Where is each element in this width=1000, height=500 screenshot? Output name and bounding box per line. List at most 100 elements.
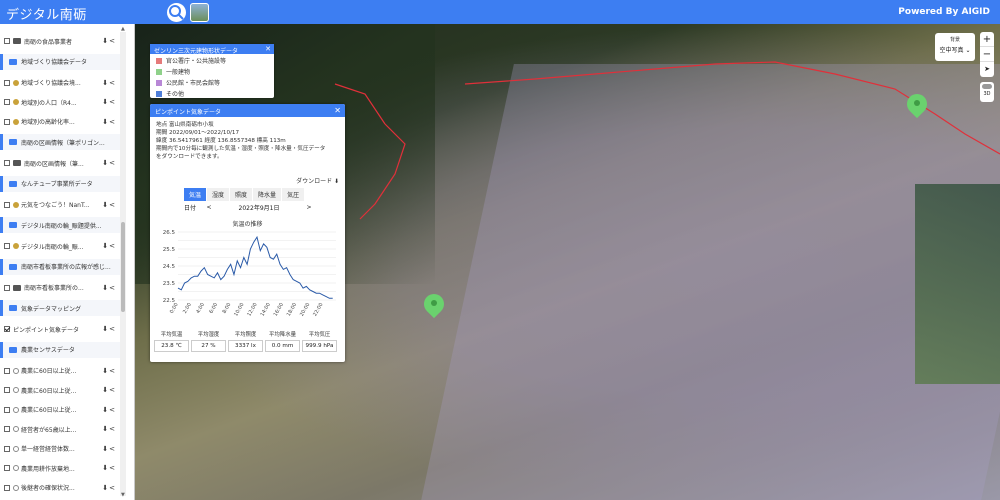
sidebar-layer-item[interactable]: 農業に60日以上従... ⬇< (4, 364, 116, 378)
download-share-icon[interactable]: ⬇< (102, 201, 116, 209)
sidebar-category[interactable]: 地域づくり協議会データ (0, 53, 121, 70)
x-tick-label: 10:00 (233, 302, 245, 317)
sidebar-category[interactable]: 南砺市看板事業所の広報が感じ... (0, 258, 121, 275)
layer-checkbox[interactable] (4, 284, 10, 291)
sidebar-category[interactable]: デジタル南砺の輪_賑題提供... (0, 217, 121, 233)
layer-checkbox[interactable] (4, 484, 10, 491)
sidebar-layer-item[interactable]: ピンポイント気象データ ⬇< (4, 322, 116, 336)
layer-checkbox[interactable] (4, 201, 10, 208)
top-bar: デジタル南砺 Powered By AIGID (0, 0, 1000, 24)
close-icon[interactable]: ✕ (265, 45, 271, 53)
sidebar-layer-item[interactable]: 南砺の区画情報（筆... ⬇< (4, 156, 116, 170)
download-share-icon[interactable]: ⬇< (102, 386, 116, 394)
tab-metric[interactable]: 降水量 (253, 188, 282, 201)
layer-checkbox[interactable] (4, 38, 10, 44)
powered-by-label: Powered By AIGID (898, 7, 990, 17)
sidebar-layer-item[interactable]: 単一経営経営体数... ⬇< (4, 442, 116, 456)
download-share-icon[interactable]: ⬇< (102, 484, 116, 492)
toggle-3d-label: 3D (983, 91, 991, 97)
basemap-dropdown[interactable]: 空中写真 ⌄ (935, 45, 975, 54)
description-text: 期間内で10分毎に観測した気温・湿度・照度・降水量・気圧データ (156, 146, 326, 152)
download-share-icon[interactable]: ⬇< (102, 98, 116, 106)
zoom-out-button[interactable]: − (980, 47, 994, 62)
download-share-icon[interactable]: ⬇< (102, 445, 116, 453)
sidebar-layer-item[interactable]: 地域別の高齢化率... ⬇< (4, 115, 116, 129)
close-icon[interactable]: ✕ (334, 106, 341, 115)
tab-metric[interactable]: 気温 (184, 188, 207, 201)
location-text: 地点 富山県南砺市小坂 (156, 122, 214, 128)
sidebar-layer-item[interactable]: 南砺市看板事業所の... ⬇< (4, 281, 116, 295)
compass-button[interactable]: ➤ (980, 62, 994, 77)
layer-checkbox[interactable] (4, 243, 10, 249)
download-share-icon[interactable]: ⬇< (102, 464, 116, 472)
sidebar-category[interactable]: なんチューブ事業所データ (0, 175, 121, 192)
app-title[interactable]: デジタル南砺 (6, 4, 87, 23)
layer-label: 地域別の高齢化率... (21, 119, 75, 126)
layer-checkbox[interactable] (4, 465, 10, 471)
search-map-icon[interactable] (167, 3, 186, 22)
layer-checkbox[interactable] (4, 367, 10, 374)
sidebar-layer-item[interactable]: 元気をつなごう！NanT... ⬇< (4, 198, 116, 212)
scroll-down-icon[interactable]: ▼ (121, 492, 125, 498)
x-tick-label: 22:00 (312, 302, 324, 317)
sidebar-layer-item[interactable]: 経営者が65歳以上... ⬇< (4, 422, 116, 436)
sidebar-layer-item[interactable]: デジタル南砺の輪_賑... ⬇< (4, 239, 116, 253)
layer-checkbox[interactable] (4, 99, 10, 105)
basemap-selector[interactable]: 背景 空中写真 ⌄ (935, 33, 975, 61)
zoom-in-button[interactable]: + (980, 32, 994, 47)
layer-checkbox[interactable] (4, 160, 10, 166)
category-label: 地域づくり協議会データ (21, 59, 88, 66)
tab-metric[interactable]: 気圧 (282, 188, 305, 201)
download-share-icon[interactable]: ⬇< (102, 367, 116, 375)
legend-panel: ゼンリン三次元建物形状データ ✕ 官公署庁・公共施設等 一般建物 公民館・市民会館等… (150, 44, 274, 98)
category-label: 南砺の区画情報（筆ポリゴン... (21, 139, 105, 147)
sidebar-layer-item[interactable]: 後継者の確保状況... ⬇< (4, 481, 116, 495)
layer-checkbox[interactable] (4, 406, 10, 413)
map-pin-icon[interactable] (419, 289, 449, 322)
category-label: 農業センサスデータ (21, 347, 75, 354)
panel-header: ピンポイント気象データ ✕ (150, 104, 345, 117)
tab-metric[interactable]: 照度 (230, 188, 253, 201)
legend-item: その他 (156, 89, 268, 98)
download-share-icon[interactable]: ⬇< (102, 37, 116, 45)
date-prev-button[interactable]: < (204, 204, 214, 211)
layer-checkbox[interactable] (4, 426, 10, 432)
legend-label: 公民館・市民会館等 (166, 80, 221, 87)
download-share-icon[interactable]: ⬇< (102, 284, 116, 292)
layer-checkbox[interactable] (4, 79, 10, 86)
date-label: 日付 (184, 205, 197, 212)
sidebar-scrollbar[interactable] (120, 32, 126, 496)
sidebar-category[interactable]: 気象データマッピング (0, 300, 121, 316)
download-share-icon[interactable]: ⬇< (102, 79, 116, 87)
sidebar-category[interactable]: 南砺の区画情報（筆ポリゴン... (0, 134, 121, 150)
download-button[interactable]: ダウンロード ⬇ (296, 176, 339, 185)
date-next-button[interactable]: > (304, 204, 314, 211)
download-share-icon[interactable]: ⬇< (102, 159, 116, 167)
folder-icon (9, 139, 17, 145)
sidebar-layer-item[interactable]: 地域別の人口（R4... ⬇< (4, 95, 116, 109)
sidebar-layer-item[interactable]: 農業に60日以上従... ⬇< (4, 403, 116, 417)
date-selector: 日付 < 2022年9月1日 > (184, 202, 314, 213)
toggle-switch-icon[interactable] (982, 84, 992, 89)
download-share-icon[interactable]: ⬇< (102, 242, 116, 250)
tab-metric[interactable]: 湿度 (207, 188, 230, 201)
folder-icon (9, 222, 17, 228)
toggle-3d[interactable]: 3D (980, 82, 994, 102)
sidebar-category[interactable]: 農業センサスデータ (0, 341, 121, 358)
basemap-thumbnail-icon[interactable] (190, 3, 209, 22)
download-share-icon[interactable]: ⬇< (102, 118, 116, 126)
sidebar-layer-item[interactable]: 南砺の食品事業者 ⬇< (4, 34, 116, 48)
stat-label: 平均気温 (160, 332, 183, 338)
map-pin-icon[interactable] (902, 89, 932, 122)
download-share-icon[interactable]: ⬇< (102, 425, 116, 433)
layer-checkbox[interactable] (4, 387, 10, 393)
layer-checkbox[interactable] (4, 326, 10, 332)
layer-checkbox[interactable] (4, 118, 10, 125)
layer-checkbox[interactable] (4, 445, 10, 452)
download-share-icon[interactable]: ⬇< (102, 325, 116, 333)
sidebar-layer-item[interactable]: 農業に60日以上従... ⬇< (4, 383, 116, 397)
sidebar-layer-item[interactable]: 農業用耕作放棄地... ⬇< (4, 461, 116, 475)
download-share-icon[interactable]: ⬇< (102, 406, 116, 414)
sidebar-layer-item[interactable]: 地域づくり協議会境... ⬇< (4, 76, 116, 90)
layer-dot-icon (13, 243, 19, 249)
